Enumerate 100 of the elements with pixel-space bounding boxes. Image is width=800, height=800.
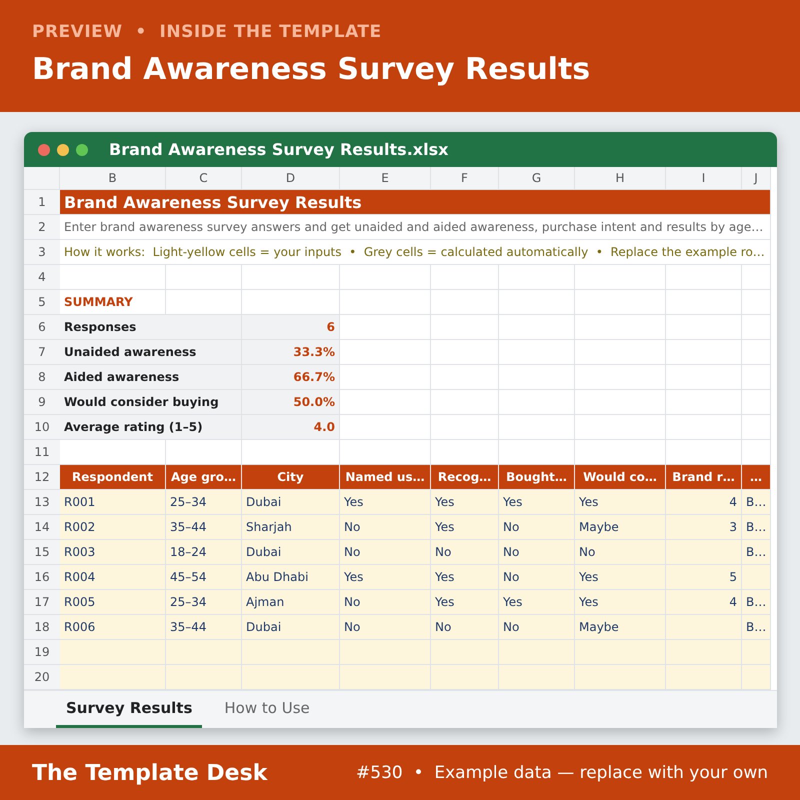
column-letter[interactable]: C (166, 167, 242, 190)
table-cell: Yes (431, 515, 499, 540)
summary-value: 4.0 (242, 415, 340, 440)
table-cell: 18–24 (166, 540, 242, 565)
banner-kicker: PREVIEW • INSIDE THE TEMPLATE (32, 22, 382, 42)
table-cell: 5 (666, 565, 742, 590)
instructions-text: How it works: Light-yellow cells = your inputs • Grey cells = calculated automatically • Replace the example ro… (60, 240, 771, 265)
row-number: 13 (24, 490, 60, 515)
empty-cell (742, 415, 771, 440)
table-cell: 25–34 (166, 590, 242, 615)
column-letter[interactable]: G (499, 167, 575, 190)
row-number: 4 (24, 265, 60, 290)
empty-cell (431, 365, 499, 390)
empty-cell (431, 315, 499, 340)
table-cell: Yes (575, 490, 666, 515)
empty-cell (742, 290, 771, 315)
maximize-icon[interactable] (76, 144, 88, 156)
summary-label: Responses (60, 315, 242, 340)
summary-label: Unaided awareness (60, 340, 242, 365)
row-number: 20 (24, 665, 60, 690)
empty-cell (431, 415, 499, 440)
table-cell: Dubai (242, 615, 340, 640)
table-cell: Yes (340, 490, 431, 515)
table-cell: B… (742, 540, 771, 565)
minimize-icon[interactable] (57, 144, 69, 156)
row-number: 6 (24, 315, 60, 340)
empty-cell (742, 265, 771, 290)
table-cell: B… (742, 615, 771, 640)
banner-title: Brand Awareness Survey Results (32, 52, 590, 87)
summary-value: 50.0% (242, 390, 340, 415)
column-header: Age gro… (166, 465, 242, 490)
column-letter[interactable]: I (666, 167, 742, 190)
table-cell: Yes (431, 565, 499, 590)
window-title: Brand Awareness Survey Results.xlsx (109, 140, 448, 159)
table-cell: No (340, 540, 431, 565)
table-cell: Maybe (575, 515, 666, 540)
row-number: 7 (24, 340, 60, 365)
corner-cell[interactable] (24, 167, 60, 190)
sheet-tab[interactable]: Survey Results (56, 691, 202, 728)
empty-cell (431, 340, 499, 365)
table-cell: No (340, 515, 431, 540)
column-header: Named us… (340, 465, 431, 490)
table-cell: No (431, 540, 499, 565)
summary-label: Aided awareness (60, 365, 242, 390)
column-header: Would co… (575, 465, 666, 490)
row-number: 19 (24, 640, 60, 665)
empty-cell (431, 290, 499, 315)
empty-cell (431, 265, 499, 290)
row-number: 8 (24, 365, 60, 390)
row-number: 11 (24, 440, 60, 465)
table-cell: 3 (666, 515, 742, 540)
column-header: … (742, 465, 771, 490)
summary-value: 6 (242, 315, 340, 340)
summary-label: Would consider buying (60, 390, 242, 415)
close-icon[interactable] (38, 144, 50, 156)
column-letter[interactable]: F (431, 167, 499, 190)
sheet-tab[interactable]: How to Use (214, 691, 320, 728)
table-cell: Yes (575, 590, 666, 615)
table-cell: 25–34 (166, 490, 242, 515)
row-number: 9 (24, 390, 60, 415)
row-number: 17 (24, 590, 60, 615)
row-number: 14 (24, 515, 60, 540)
summary-value: 33.3% (242, 340, 340, 365)
sheet-title: Brand Awareness Survey Results (60, 190, 771, 215)
column-letter[interactable]: J (742, 167, 771, 190)
row-number: 12 (24, 465, 60, 490)
row-number: 16 (24, 565, 60, 590)
table-cell: Abu Dhabi (242, 565, 340, 590)
column-letter[interactable]: B (60, 167, 166, 190)
table-cell: Dubai (242, 490, 340, 515)
column-letter[interactable]: D (242, 167, 340, 190)
row-number: 10 (24, 415, 60, 440)
table-cell: 4 (666, 590, 742, 615)
table-cell: No (340, 590, 431, 615)
row-number: 1 (24, 190, 60, 215)
empty-cell (742, 315, 771, 340)
table-cell: Yes (340, 565, 431, 590)
table-cell: No (340, 615, 431, 640)
empty-cell (742, 365, 771, 390)
table-cell: B… (742, 490, 771, 515)
row-number: 2 (24, 215, 60, 240)
table-cell: No (575, 540, 666, 565)
table-cell: R006 (60, 615, 166, 640)
column-header: Brand r… (666, 465, 742, 490)
empty-cell (742, 340, 771, 365)
table-cell: Yes (499, 490, 575, 515)
table-cell: Yes (499, 590, 575, 615)
column-header: Bought… (499, 465, 575, 490)
summary-label: Average rating (1–5) (60, 415, 242, 440)
table-cell: No (499, 515, 575, 540)
table-cell: No (499, 565, 575, 590)
column-letter[interactable]: E (340, 167, 431, 190)
column-header: City (242, 465, 340, 490)
table-cell: R003 (60, 540, 166, 565)
row-number: 18 (24, 615, 60, 640)
summary-value: 66.7% (242, 365, 340, 390)
table-cell: Yes (575, 565, 666, 590)
column-letter[interactable]: H (575, 167, 666, 190)
table-cell: B… (742, 515, 771, 540)
row-number: 15 (24, 540, 60, 565)
